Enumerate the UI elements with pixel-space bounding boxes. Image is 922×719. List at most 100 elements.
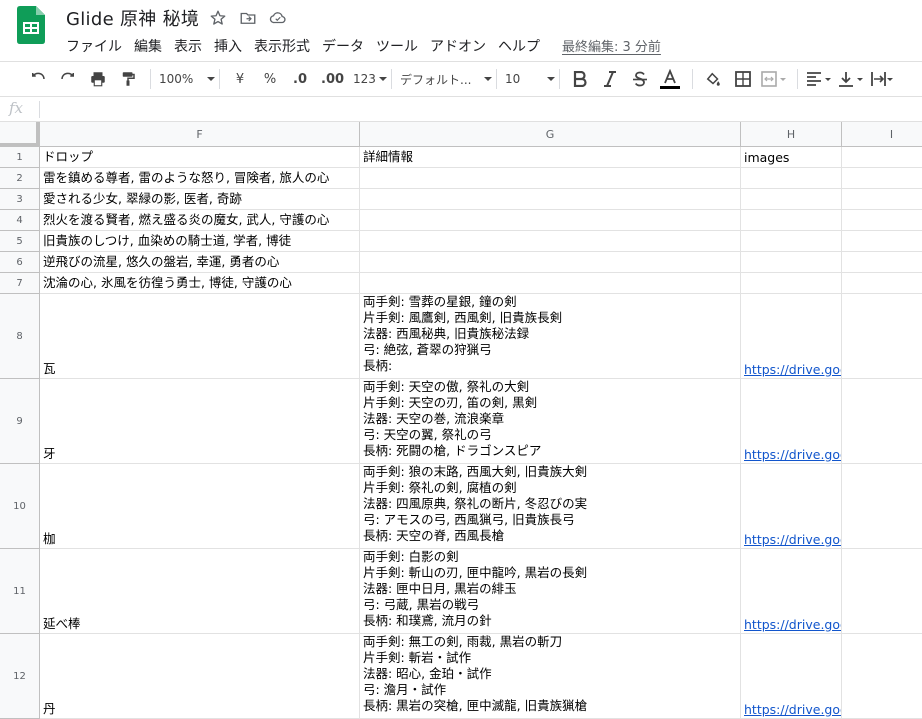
zoom-select[interactable]: 100%: [159, 65, 215, 93]
cell-i[interactable]: [842, 189, 922, 210]
cell-h[interactable]: [741, 231, 842, 252]
cell-h[interactable]: [741, 273, 842, 294]
column-header-f[interactable]: F: [40, 122, 360, 147]
move-folder-icon[interactable]: [238, 8, 258, 28]
drive-link[interactable]: https://drive.google.com/file/d/: [744, 362, 841, 377]
cell-g[interactable]: 詳細情報: [360, 147, 741, 168]
column-header-i[interactable]: I: [842, 122, 922, 147]
menu-tools[interactable]: ツール: [370, 34, 424, 58]
cell-h[interactable]: [741, 168, 842, 189]
menu-file[interactable]: ファイル: [60, 34, 128, 58]
more-formats-select[interactable]: 123: [353, 65, 388, 93]
drive-link[interactable]: https://drive.google.com/file/d/: [744, 447, 841, 462]
drive-link[interactable]: https://drive.google.com/file/d/: [744, 702, 841, 717]
cell-g[interactable]: [360, 273, 741, 294]
menu-data[interactable]: データ: [316, 34, 370, 58]
strikethrough-icon[interactable]: [628, 65, 652, 93]
bold-icon[interactable]: [568, 65, 592, 93]
cell-i[interactable]: [842, 231, 922, 252]
row-header[interactable]: 3: [0, 189, 40, 210]
menu-view[interactable]: 表示: [168, 34, 208, 58]
last-edit-link[interactable]: 最終編集: 3 分前: [558, 34, 665, 58]
percent-format-button[interactable]: %: [258, 65, 282, 93]
increase-decimal-button[interactable]: .00: [318, 65, 347, 93]
cell-h[interactable]: https://drive.google.com/file/d/: [741, 379, 842, 464]
column-header-g[interactable]: G: [360, 122, 741, 147]
cell-g[interactable]: [360, 168, 741, 189]
document-title[interactable]: Glide 原神 秘境: [66, 5, 199, 31]
cell-f[interactable]: 旧貴族のしつけ, 血染めの騎士道, 学者, 博徒: [40, 231, 360, 252]
cell-g[interactable]: 両手剣: 白影の剣 片手剣: 斬山の刃, 匣中龍吟, 黒岩の長剣 法器: 匣中日月,…: [360, 549, 741, 634]
menu-edit[interactable]: 編集: [128, 34, 168, 58]
cell-f[interactable]: 沈淪の心, 氷風を彷徨う勇士, 博徒, 守護の心: [40, 273, 360, 294]
cell-g[interactable]: 両手剣: 無工の剣, 雨裁, 黒岩の斬刀 片手剣: 斬岩・試作 法器: 昭心, 金珀…: [360, 634, 741, 719]
row-header[interactable]: 7: [0, 273, 40, 294]
decrease-decimal-button[interactable]: .0: [288, 65, 312, 93]
font-family-select[interactable]: デフォルト...: [400, 65, 493, 93]
menu-insert[interactable]: 挿入: [208, 34, 248, 58]
print-icon[interactable]: [86, 65, 110, 93]
row-header[interactable]: 1: [0, 147, 40, 168]
cell-i[interactable]: [842, 147, 922, 168]
cell-f[interactable]: 枷: [40, 464, 360, 549]
menu-format[interactable]: 表示形式: [248, 34, 316, 58]
cell-f[interactable]: ドロップ: [40, 147, 360, 168]
row-header[interactable]: 10: [0, 464, 40, 549]
cloud-status-icon[interactable]: [268, 8, 288, 28]
cell-g[interactable]: [360, 231, 741, 252]
cell-i[interactable]: [842, 168, 922, 189]
cell-g[interactable]: [360, 252, 741, 273]
sheets-logo-icon[interactable]: [17, 6, 45, 44]
cell-i[interactable]: [842, 210, 922, 231]
select-all-corner[interactable]: [0, 122, 40, 147]
cell-i[interactable]: [842, 464, 922, 549]
star-icon[interactable]: [208, 8, 228, 28]
cell-h[interactable]: [741, 252, 842, 273]
borders-icon[interactable]: [731, 65, 755, 93]
paint-format-icon[interactable]: [116, 65, 140, 93]
cell-i[interactable]: [842, 379, 922, 464]
row-header[interactable]: 6: [0, 252, 40, 273]
currency-format-button[interactable]: ¥: [228, 65, 252, 93]
vertical-align-icon[interactable]: [838, 65, 864, 93]
cell-f[interactable]: 牙: [40, 379, 360, 464]
font-size-select[interactable]: 10: [505, 65, 556, 93]
cell-g[interactable]: [360, 210, 741, 231]
cell-i[interactable]: [842, 549, 922, 634]
text-wrapping-icon[interactable]: [870, 65, 894, 93]
cell-f[interactable]: 瓦: [40, 294, 360, 379]
undo-icon[interactable]: [26, 65, 50, 93]
cell-g[interactable]: 両手剣: 天空の傲, 祭礼の大剣 片手剣: 天空の刃, 笛の剣, 黒剣 法器: 天空…: [360, 379, 741, 464]
row-header[interactable]: 12: [0, 634, 40, 719]
menu-help[interactable]: ヘルプ: [492, 34, 546, 58]
cell-h[interactable]: https://drive.google.com/file/d/: [741, 549, 842, 634]
cell-i[interactable]: [842, 273, 922, 294]
cell-f[interactable]: 逆飛びの流星, 悠久の盤岩, 幸運, 勇者の心: [40, 252, 360, 273]
text-color-icon[interactable]: [658, 65, 682, 93]
cell-g[interactable]: 両手剣: 狼の末路, 西風大剣, 旧貴族大剣 片手剣: 祭礼の剣, 腐植の剣 法器:…: [360, 464, 741, 549]
row-header[interactable]: 5: [0, 231, 40, 252]
cell-h[interactable]: https://drive.google.com/file/d/: [741, 634, 842, 719]
row-header[interactable]: 11: [0, 549, 40, 634]
cell-g[interactable]: [360, 189, 741, 210]
row-header[interactable]: 4: [0, 210, 40, 231]
cell-f[interactable]: 雷を鎮める尊者, 雷のような怒り, 冒険者, 旅人の心: [40, 168, 360, 189]
horizontal-align-icon[interactable]: [806, 65, 832, 93]
cell-f[interactable]: 烈火を渡る賢者, 燃え盛る炎の魔女, 武人, 守護の心: [40, 210, 360, 231]
row-header[interactable]: 2: [0, 168, 40, 189]
row-header[interactable]: 8: [0, 294, 40, 379]
cell-h[interactable]: [741, 189, 842, 210]
cell-h[interactable]: images: [741, 147, 842, 168]
column-header-h[interactable]: H: [741, 122, 842, 147]
cell-h[interactable]: https://drive.google.com/file/d/: [741, 294, 842, 379]
fill-color-icon[interactable]: [701, 65, 725, 93]
cell-f[interactable]: 延べ棒: [40, 549, 360, 634]
cell-f[interactable]: 丹: [40, 634, 360, 719]
cell-f[interactable]: 愛される少女, 翠緑の影, 医者, 奇跡: [40, 189, 360, 210]
redo-icon[interactable]: [56, 65, 80, 93]
cell-i[interactable]: [842, 634, 922, 719]
italic-icon[interactable]: [598, 65, 622, 93]
cell-g[interactable]: 両手剣: 雪葬の星銀, 鐘の剣 片手剣: 風鷹剣, 西風剣, 旧貴族長剣 法器: 西…: [360, 294, 741, 379]
cell-i[interactable]: [842, 294, 922, 379]
cell-h[interactable]: https://drive.google.com/file/d/: [741, 464, 842, 549]
